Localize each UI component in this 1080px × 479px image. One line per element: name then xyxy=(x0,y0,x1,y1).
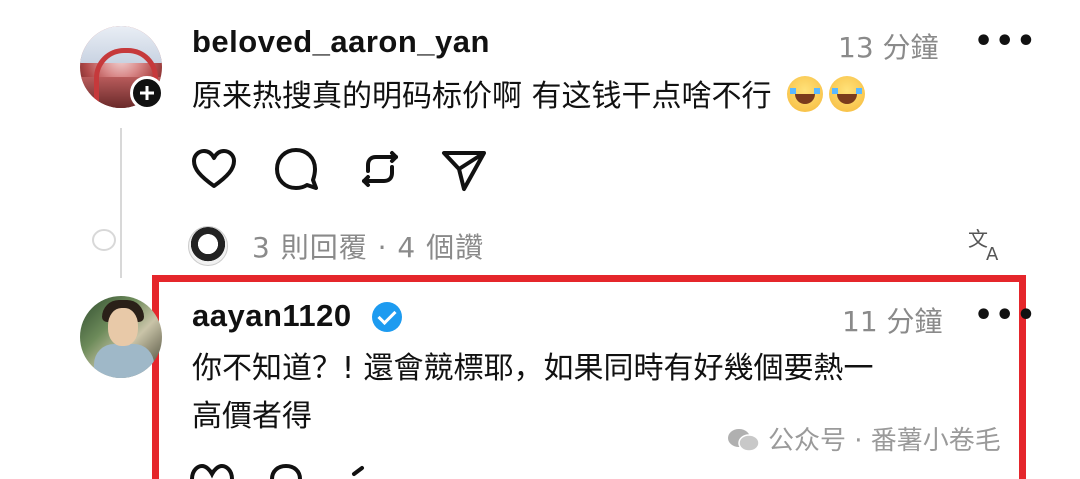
comment-username[interactable]: aayan1120 xyxy=(192,298,352,334)
comment-text-content: 原来热搜真的明码标价啊 有这钱干点啥不行 xyxy=(192,79,772,114)
share-icon xyxy=(442,151,486,191)
cutoff-action-icons xyxy=(190,463,364,479)
replier-avatar[interactable] xyxy=(188,226,228,266)
more-options-button[interactable]: ••• xyxy=(974,24,1038,59)
repost-button[interactable] xyxy=(356,145,404,193)
comment-text: 原来热搜真的明码标价啊 有这钱干点啥不行 xyxy=(192,74,866,119)
laughing-emoji-icon xyxy=(787,76,824,112)
view-replies-link[interactable]: 3 則回覆 · 4 個讚 xyxy=(252,226,484,266)
comment-text-line2: 高價者得 xyxy=(192,399,312,434)
laughing-emoji-icon xyxy=(829,76,866,112)
repost-icon xyxy=(362,151,398,187)
comment-timestamp: 13 分鐘 xyxy=(838,31,939,64)
share-button[interactable] xyxy=(440,145,488,193)
like-button[interactable] xyxy=(190,145,238,193)
more-options-button[interactable]: ••• xyxy=(974,298,1038,333)
comment-timestamp: 11 分鐘 xyxy=(842,305,943,338)
thread-line xyxy=(120,128,122,278)
comment-button[interactable] xyxy=(272,145,320,193)
watermark: 公众号 · 番薯小卷毛 xyxy=(726,420,1001,457)
wechat-icon xyxy=(728,429,760,452)
heart-icon xyxy=(192,149,236,188)
svg-text:A: A xyxy=(986,244,999,264)
thread-curl-icon xyxy=(92,229,116,251)
avatar[interactable] xyxy=(80,296,162,378)
comment-icon xyxy=(275,148,318,190)
comment-username[interactable]: beloved_aaron_yan xyxy=(192,24,490,60)
follow-plus-icon[interactable] xyxy=(130,76,164,110)
verified-badge-icon xyxy=(372,302,402,332)
comment-text-line1: 你不知道？! 還會競標耶，如果同時有好幾個要熱一 xyxy=(192,351,874,386)
svg-text:文: 文 xyxy=(968,227,988,251)
watermark-text: 公众号 · 番薯小卷毛 xyxy=(768,426,1001,456)
translate-icon[interactable]: 文 A xyxy=(966,224,1006,264)
